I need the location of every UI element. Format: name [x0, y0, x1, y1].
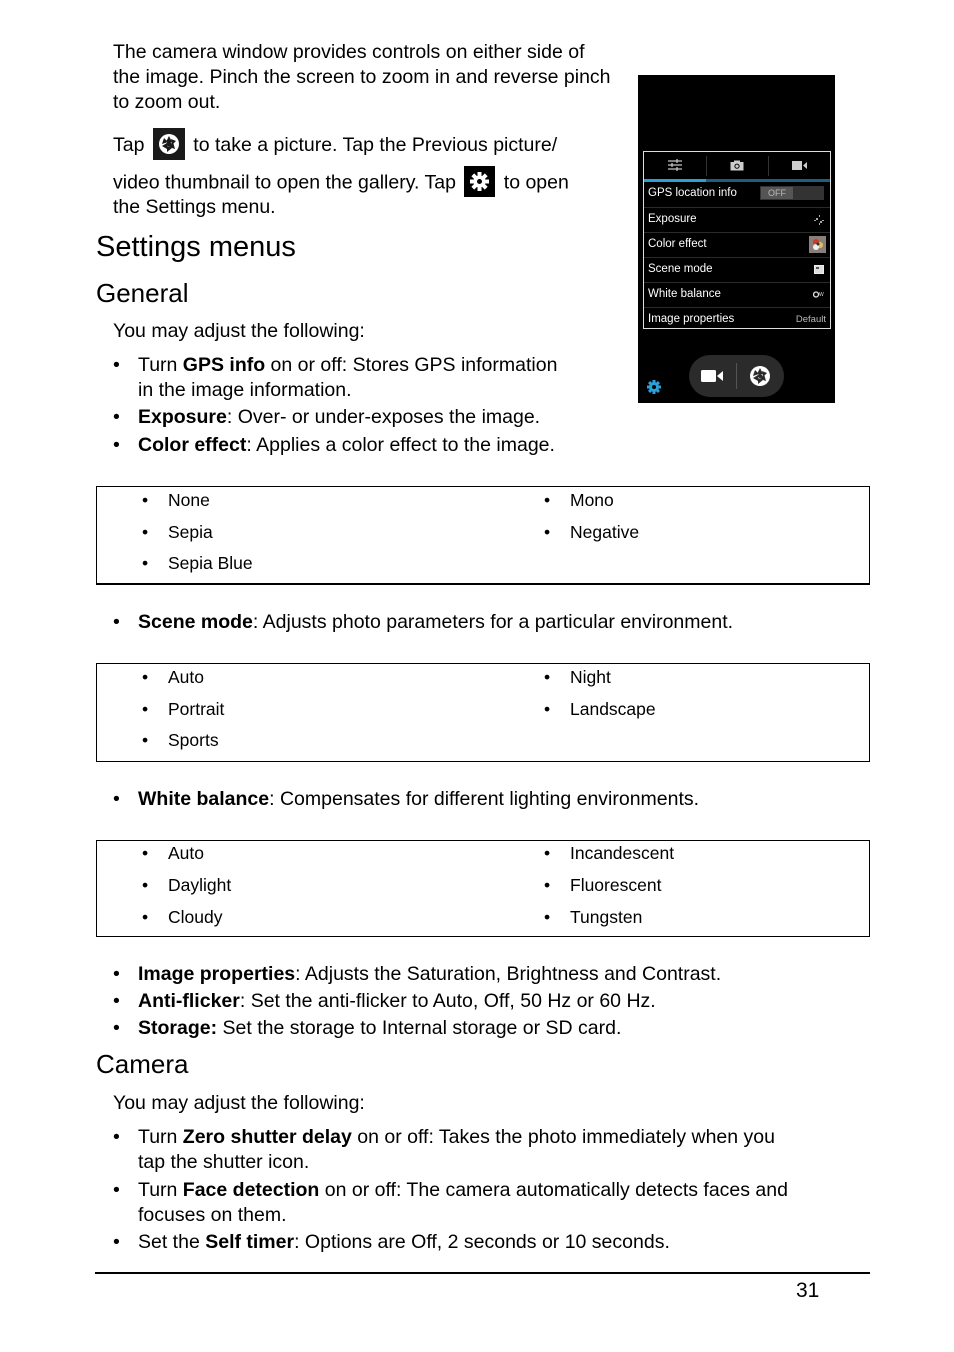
settings-row-image-properties[interactable]: Image properties Default [644, 307, 830, 333]
intro-paragraph: The camera window provides controls on e… [113, 41, 611, 113]
row-label: Scene mode [648, 263, 713, 275]
video-camera-icon [791, 160, 807, 170]
gear-icon [464, 166, 496, 197]
footer-rule [95, 1272, 870, 1274]
gear-icon[interactable] [646, 379, 662, 395]
row-label: Color effect [648, 238, 707, 250]
general-lead: You may adjust the following: [113, 320, 365, 342]
tab-general-settings[interactable] [644, 152, 706, 178]
section-title: Settings menus [96, 231, 296, 263]
settings-row-gps[interactable]: GPS location info OFF [644, 182, 830, 207]
settings-tabs [644, 152, 830, 182]
gps-toggle[interactable]: OFF [760, 186, 824, 200]
shutter-icon [152, 128, 185, 160]
svg-text:W: W [819, 292, 824, 298]
settings-panel: GPS location info OFF Exposure Color eff… [643, 151, 831, 329]
capture-controls [689, 355, 784, 397]
tab-video-settings[interactable] [768, 152, 830, 178]
camera-lead: You may adjust the following: [113, 1092, 365, 1114]
white-balance-options: • Auto • Daylight • Cloudy • Incandescent • F… [96, 840, 870, 937]
controls-divider [736, 363, 737, 389]
tap-instruction-line-1: Tap to take a picture. Tap the Previous … [113, 128, 613, 162]
tap-text: to open [503, 171, 569, 194]
row-value: Default [795, 314, 826, 325]
toggle-state: OFF [761, 187, 793, 199]
color-effect-icon [809, 236, 826, 253]
white-balance-icon: W [813, 291, 824, 298]
subsection-title-general: General [96, 278, 189, 308]
tap-text: to take a picture. Tap the Previous pict… [193, 134, 558, 157]
settings-row-scene-mode[interactable]: Scene mode [644, 257, 830, 283]
exposure-icon [814, 215, 824, 225]
scene-mode-options: • Auto • Portrait • Sports • Night • Landscap… [96, 663, 870, 762]
scene-mode-icon [814, 265, 824, 274]
settings-row-white-balance[interactable]: White balance W [644, 282, 830, 308]
row-label: Image properties [648, 313, 735, 325]
row-label: GPS location info [648, 187, 737, 199]
settings-row-color-effect[interactable]: Color effect [644, 232, 830, 258]
row-label: Exposure [648, 213, 697, 225]
row-label: White balance [648, 288, 721, 300]
settings-row-exposure[interactable]: Exposure [644, 207, 830, 233]
video-record-button[interactable] [701, 369, 723, 383]
color-effect-options: • None • Sepia • Sepia Blue • Mono • Negative [96, 486, 870, 585]
camera-icon [730, 160, 744, 170]
tap-text: Tap [113, 134, 145, 157]
tab-camera-settings[interactable] [706, 152, 768, 178]
camera-settings-screenshot: GPS location info OFF Exposure Color eff… [638, 75, 835, 403]
tap-text: video thumbnail to open the gallery. Tap [113, 171, 456, 194]
subsection-title-camera: Camera [96, 1049, 189, 1079]
page-number: 31 [796, 1279, 820, 1302]
shutter-button[interactable] [749, 365, 771, 387]
sliders-icon [668, 159, 682, 171]
tap-instruction-line-3: the Settings menu. [113, 196, 276, 218]
